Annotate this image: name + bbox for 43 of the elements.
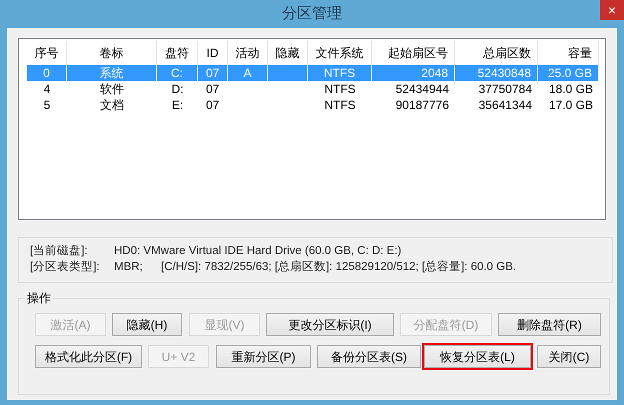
table-cell: NTFS bbox=[324, 81, 356, 97]
table-row[interactable]: 5 文档 E: 07 NTFS 90187776 35641344 17.0 GB bbox=[27, 97, 599, 113]
action-button[interactable]: 恢复分区表(L) bbox=[424, 345, 531, 368]
table-cell: 25.0 GB bbox=[548, 65, 592, 81]
table-cell: 5 bbox=[44, 97, 50, 113]
action-button[interactable]: 关闭(C) bbox=[537, 345, 601, 368]
table-cell: NTFS bbox=[324, 65, 356, 81]
table-cell: 18.0 GB bbox=[548, 81, 593, 97]
table-cell: 文档 bbox=[100, 97, 124, 113]
table-cell: C: bbox=[171, 65, 183, 81]
action-button[interactable]: 重新分区(P) bbox=[216, 345, 311, 368]
table-cell: 17.0 GB bbox=[548, 97, 593, 113]
action-button[interactable]: 删除盘符(R) bbox=[498, 313, 601, 336]
table-cell: 52430848 bbox=[478, 65, 531, 81]
table-cell: 软件 bbox=[100, 81, 124, 97]
action-button[interactable]: 隐藏(H) bbox=[112, 313, 182, 336]
table-cell: NTFS bbox=[324, 97, 356, 113]
table-cell: 2048 bbox=[421, 65, 448, 81]
table-cell: 52434944 bbox=[396, 81, 449, 97]
table-cell: E: bbox=[172, 97, 184, 113]
action-button[interactable]: 备份分区表(S) bbox=[317, 345, 421, 368]
action-button[interactable]: 格式化此分区(F) bbox=[35, 345, 142, 368]
info-label: [分区表类型]: bbox=[30, 260, 101, 275]
table-cell: 35641344 bbox=[478, 97, 532, 113]
table-cell: 系统 bbox=[100, 65, 124, 81]
table-cell: 07 bbox=[206, 81, 220, 97]
info-value: MBR; bbox=[114, 260, 144, 275]
table-cell: D: bbox=[172, 81, 184, 97]
info-value: HD0: VMware Virtual IDE Hard Drive (60.0 GB, C: D: E:) bbox=[114, 244, 402, 259]
table-cell: 0 bbox=[43, 65, 50, 81]
table-cell: 37750784 bbox=[478, 81, 532, 97]
table-cell: 07 bbox=[206, 65, 220, 81]
table-row[interactable]: 4 软件 D: 07 NTFS 52434944 37750784 18.0 GB bbox=[27, 81, 599, 97]
table-cell: 07 bbox=[206, 97, 220, 113]
table-cell: 4 bbox=[44, 81, 50, 97]
group-title: 操作 bbox=[25, 290, 53, 306]
window-title: 分区管理 bbox=[282, 4, 342, 24]
action-button[interactable]: 更改分区标识(I) bbox=[266, 313, 394, 336]
info-label: [当前磁盘]: bbox=[30, 244, 89, 259]
table-cell: A bbox=[243, 65, 252, 81]
info-value: [C/H/S]: 7832/255/63; [总扇区数]: 125829120/512; [总容量]: 60.0 GB. bbox=[161, 259, 516, 275]
close-button[interactable]: × bbox=[600, 0, 624, 20]
table-cell: 90187776 bbox=[396, 97, 449, 113]
